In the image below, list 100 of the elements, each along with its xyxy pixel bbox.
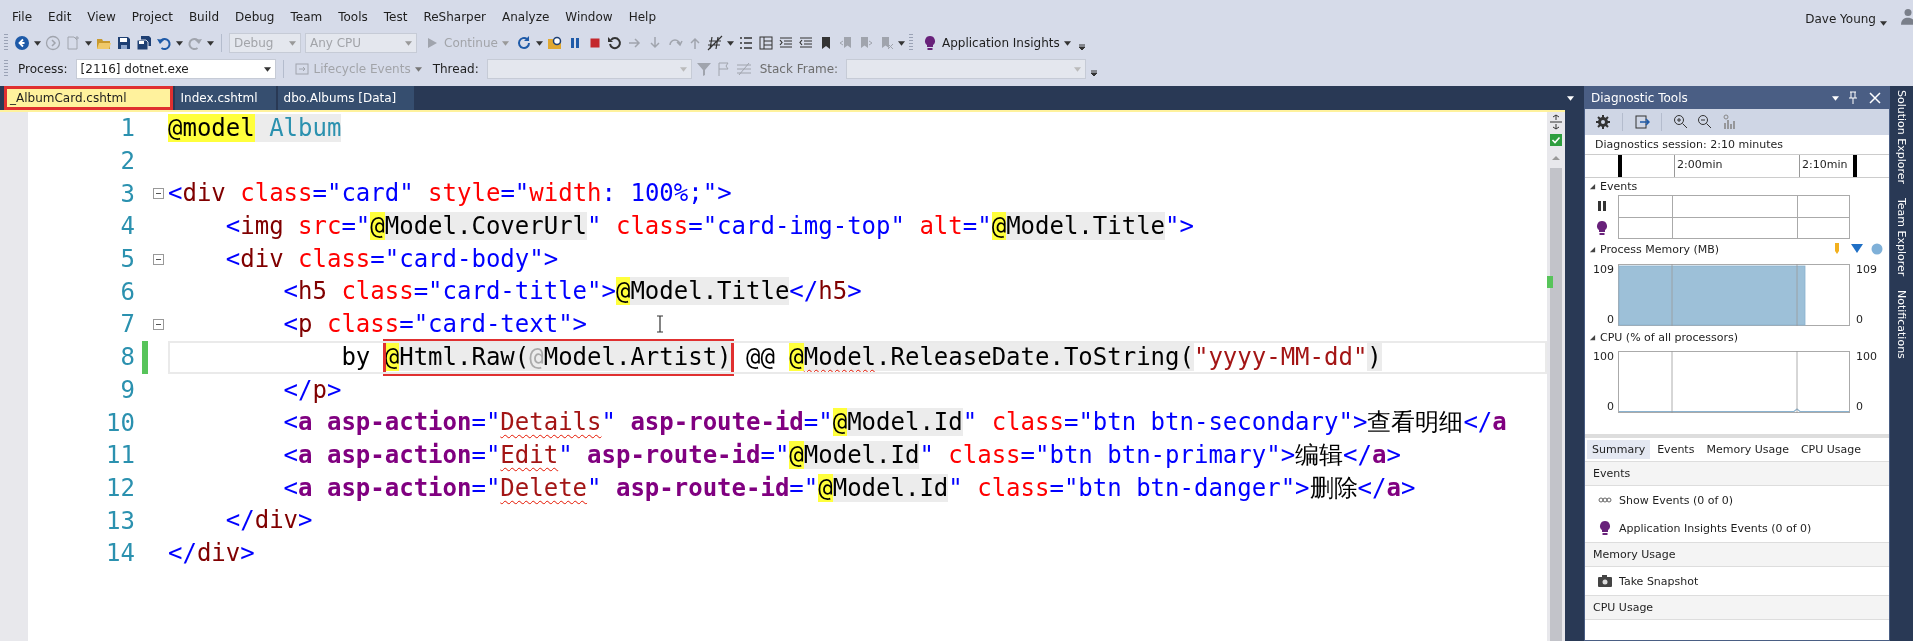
menu-item[interactable]: View (79, 8, 124, 26)
panel-tab[interactable]: Memory Usage (1701, 440, 1794, 459)
caret-icon (1074, 66, 1082, 72)
process-dropdown[interactable]: [2116] dotnet.exe (75, 59, 276, 79)
collapse-icon[interactable] (152, 318, 164, 330)
menu-item[interactable]: Window (557, 8, 621, 26)
menu-item[interactable]: Project (123, 8, 181, 26)
scale-label: 0 (1607, 314, 1614, 326)
back-icon[interactable] (14, 35, 30, 51)
section-title: Events (1600, 180, 1638, 193)
save-icon[interactable] (116, 35, 132, 51)
zoom-out-icon[interactable] (1697, 114, 1713, 130)
menu-item[interactable]: Team (282, 8, 331, 26)
document-tab[interactable]: Index.cshtml (174, 86, 276, 110)
time-label: 2:00min (1677, 158, 1723, 171)
caret-icon[interactable] (897, 40, 905, 46)
menu-item[interactable]: Debug (227, 8, 283, 26)
code-text: </p> (282, 374, 342, 406)
scale-label: 109 (1856, 264, 1877, 276)
code-text: @model Album (168, 113, 342, 144)
caret-icon[interactable] (176, 40, 183, 46)
side-tab[interactable]: Team Explorer (1895, 198, 1908, 277)
application-insights-button[interactable]: Application Insights (918, 32, 1074, 54)
code-text: <a asp-action="Edit" asp-route-id="@Model.Id" class="btn btn-primary">编辑</a> (282, 439, 1401, 471)
summary-link[interactable]: Take Snapshot (1619, 574, 1699, 588)
columns-icon[interactable] (757, 35, 774, 51)
scrollbar-thumb[interactable] (1550, 168, 1562, 641)
restart-icon[interactable] (606, 35, 623, 51)
code-text: <a asp-action="Details" asp-route-id="@Model.Id" class="btn btn-secondary">查看明细</a (282, 407, 1507, 439)
scale-label: 0 (1607, 401, 1614, 413)
scale-label: 100 (1856, 351, 1877, 363)
line-number: 11 (105, 441, 135, 470)
code-text: </div> (168, 537, 255, 569)
menu-item[interactable]: Test (375, 8, 416, 26)
line-number: 9 (119, 375, 135, 404)
caret-icon[interactable] (1880, 21, 1887, 26)
save-all-icon[interactable] (136, 35, 152, 51)
collapse-icon[interactable] (1589, 334, 1596, 341)
line-number: 12 (105, 473, 135, 502)
refresh-icon[interactable] (515, 35, 532, 51)
hex-icon[interactable] (706, 35, 723, 51)
split-icon[interactable] (1548, 114, 1564, 130)
code-text: </div> (224, 505, 313, 537)
side-tab[interactable]: Solution Explorer (1895, 90, 1908, 185)
scale-label: 109 (1593, 264, 1614, 276)
menu-item[interactable]: Build (180, 8, 227, 26)
scale-label: 0 (1856, 401, 1863, 413)
caret-icon (1063, 40, 1071, 46)
zoom-in-icon[interactable] (1673, 114, 1689, 130)
list-icon[interactable] (737, 35, 754, 51)
collapse-icon[interactable] (152, 253, 164, 265)
panel-tab[interactable]: CPU Usage (1795, 440, 1867, 459)
caret-icon[interactable] (34, 40, 41, 46)
line-number: 10 (105, 408, 135, 437)
avatar-icon[interactable] (1901, 6, 1913, 26)
caret-icon[interactable] (85, 40, 92, 46)
chart-title: CPU (% of all processors) (1600, 331, 1739, 344)
caret-icon[interactable] (535, 40, 543, 46)
side-tab[interactable]: Notifications (1895, 290, 1908, 360)
menu-item[interactable]: Analyze (494, 8, 558, 26)
scale-label: 0 (1856, 314, 1863, 326)
caret-icon (501, 40, 509, 46)
export-icon[interactable] (1634, 114, 1650, 130)
code-text: <div class="card" style="width: 100%;"> (168, 178, 732, 210)
collapse-icon[interactable] (1589, 183, 1596, 190)
timeline-ruler[interactable]: 2:00min 2:10min (1585, 154, 1889, 178)
settings-icon[interactable] (1595, 114, 1611, 130)
find-icon[interactable] (546, 35, 563, 51)
close-icon[interactable] (1867, 90, 1883, 106)
menu-item[interactable]: Help (620, 8, 664, 26)
user-name[interactable]: Dave Young (1805, 12, 1876, 26)
menu-item[interactable]: File (4, 8, 41, 26)
summary-heading: CPU Usage (1585, 595, 1889, 620)
indent-icon[interactable] (777, 35, 794, 51)
thread-label: Thread: (432, 62, 479, 76)
summary-link[interactable]: Show Events (0 of 0) (1619, 493, 1734, 507)
stack-frame-label: Stack Frame: (759, 62, 839, 76)
time-label: 2:10min (1802, 158, 1848, 171)
undo-icon[interactable] (156, 35, 172, 51)
process-label: Process: (18, 62, 68, 76)
code-text: <h5 class="card-title">@Model.Title</h5> (282, 276, 862, 308)
panel-tab[interactable]: Events (1652, 440, 1700, 459)
circle-marker-icon (1869, 241, 1885, 257)
document-tab[interactable]: dbo.Albums [Data] (277, 86, 415, 110)
panel-tab[interactable]: Summary (1587, 440, 1651, 459)
collapse-icon[interactable] (1589, 245, 1596, 253)
summary-link[interactable]: Application Insights Events (0 of 0) (1619, 521, 1812, 535)
scale-label: 100 (1593, 351, 1614, 363)
line-number: 5 (119, 245, 135, 274)
menu-item[interactable]: Tools (330, 8, 376, 26)
tab-list-icon[interactable] (1567, 95, 1574, 101)
caret-icon[interactable] (1832, 95, 1839, 101)
document-tab[interactable]: _AlbumCard.cshtml (4, 86, 173, 110)
collapse-icon[interactable] (152, 188, 164, 200)
menu-item[interactable]: ReSharper (415, 8, 495, 26)
code-text: <p class="card-text"> (282, 309, 588, 341)
caret-icon[interactable] (726, 40, 734, 46)
panel-title: Diagnostic Tools (1591, 91, 1689, 105)
menu-item[interactable]: Edit (40, 8, 80, 26)
caret-icon[interactable] (207, 40, 214, 46)
